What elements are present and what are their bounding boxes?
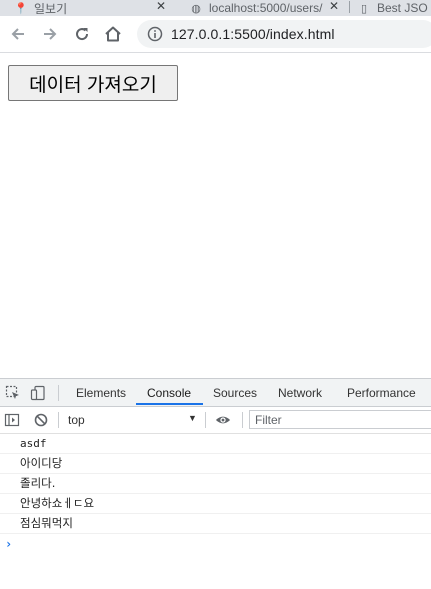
console-log-row: asdf — [0, 434, 431, 454]
close-tab-1-icon[interactable]: ✕ — [156, 0, 166, 13]
clear-console-icon[interactable] — [33, 412, 49, 428]
tab-elements[interactable]: Elements — [76, 379, 126, 406]
device-toolbar-icon[interactable] — [30, 385, 46, 401]
tab-performance[interactable]: Performance — [347, 379, 416, 406]
home-button[interactable] — [101, 22, 125, 46]
context-selector[interactable]: top — [68, 413, 85, 427]
pin-icon: 📍 — [14, 2, 28, 15]
reload-icon — [76, 28, 89, 41]
browser-tab-3[interactable]: ▯ Best JSO — [357, 0, 428, 16]
tab-separator — [349, 1, 350, 13]
close-tab-2-icon[interactable]: ✕ — [329, 0, 339, 13]
console-toolbar-separator — [58, 412, 59, 428]
info-icon[interactable] — [147, 26, 163, 42]
console-sidebar-icon[interactable] — [4, 412, 20, 428]
devtools-tab-bar: Elements Console Sources Network Perform… — [0, 379, 431, 407]
console-log-row: 졸리다. — [0, 474, 431, 494]
browser-tab-2-label: localhost:5000/users/ — [209, 1, 323, 15]
console-log-row: 아이디당 — [0, 454, 431, 474]
context-dropdown-arrow-icon[interactable]: ▼ — [188, 413, 197, 423]
active-tab-indicator — [136, 403, 203, 405]
toolbar-divider — [0, 52, 431, 53]
console-toolbar-separator-2 — [205, 412, 206, 428]
browser-tab-1[interactable]: 📍 일보기 — [14, 0, 67, 16]
fetch-data-button[interactable]: 데이터 가져오기 — [8, 65, 178, 101]
console-log-area: asdf 아이디당 졸리다. 안녕하쇼ㅔㄷ요 점심뭐먹지 › — [0, 434, 431, 554]
home-icon — [105, 26, 121, 42]
forward-button[interactable] — [38, 22, 62, 46]
devtools-separator — [58, 385, 59, 401]
browser-tab-2[interactable]: ◍ localhost:5000/users/ — [189, 0, 322, 16]
globe-icon: ◍ — [191, 2, 201, 15]
browser-toolbar: 127.0.0.1:5500/index.html — [0, 16, 431, 52]
reload-button[interactable] — [70, 22, 94, 46]
live-expression-eye-icon[interactable] — [215, 412, 231, 428]
tab-network[interactable]: Network — [278, 379, 322, 406]
address-bar[interactable]: 127.0.0.1:5500/index.html — [137, 20, 431, 48]
url-text: 127.0.0.1:5500/index.html — [171, 26, 335, 42]
filter-box — [249, 410, 431, 429]
forward-arrow-icon — [44, 28, 57, 40]
browser-tab-strip: 📍 일보기 ✕ ◍ localhost:5000/users/ ✕ ▯ Best… — [0, 0, 431, 16]
browser-tab-3-label: Best JSO — [377, 1, 428, 15]
tab-sources[interactable]: Sources — [213, 379, 257, 406]
console-toolbar: top ▼ — [0, 407, 431, 434]
back-arrow-icon — [11, 28, 24, 40]
file-icon: ▯ — [360, 2, 368, 15]
tab-console[interactable]: Console — [147, 379, 191, 406]
browser-tab-1-label: 일보기 — [34, 1, 68, 16]
devtools-panel: Elements Console Sources Network Perform… — [0, 378, 431, 589]
back-button[interactable] — [6, 22, 30, 46]
console-toolbar-separator-3 — [242, 412, 243, 428]
console-prompt-icon[interactable]: › — [0, 534, 431, 554]
console-log-row: 점심뭐먹지 — [0, 514, 431, 534]
console-log-row: 안녕하쇼ㅔㄷ요 — [0, 494, 431, 514]
console-filter-input[interactable] — [250, 411, 431, 429]
inspect-element-icon[interactable] — [5, 385, 21, 401]
